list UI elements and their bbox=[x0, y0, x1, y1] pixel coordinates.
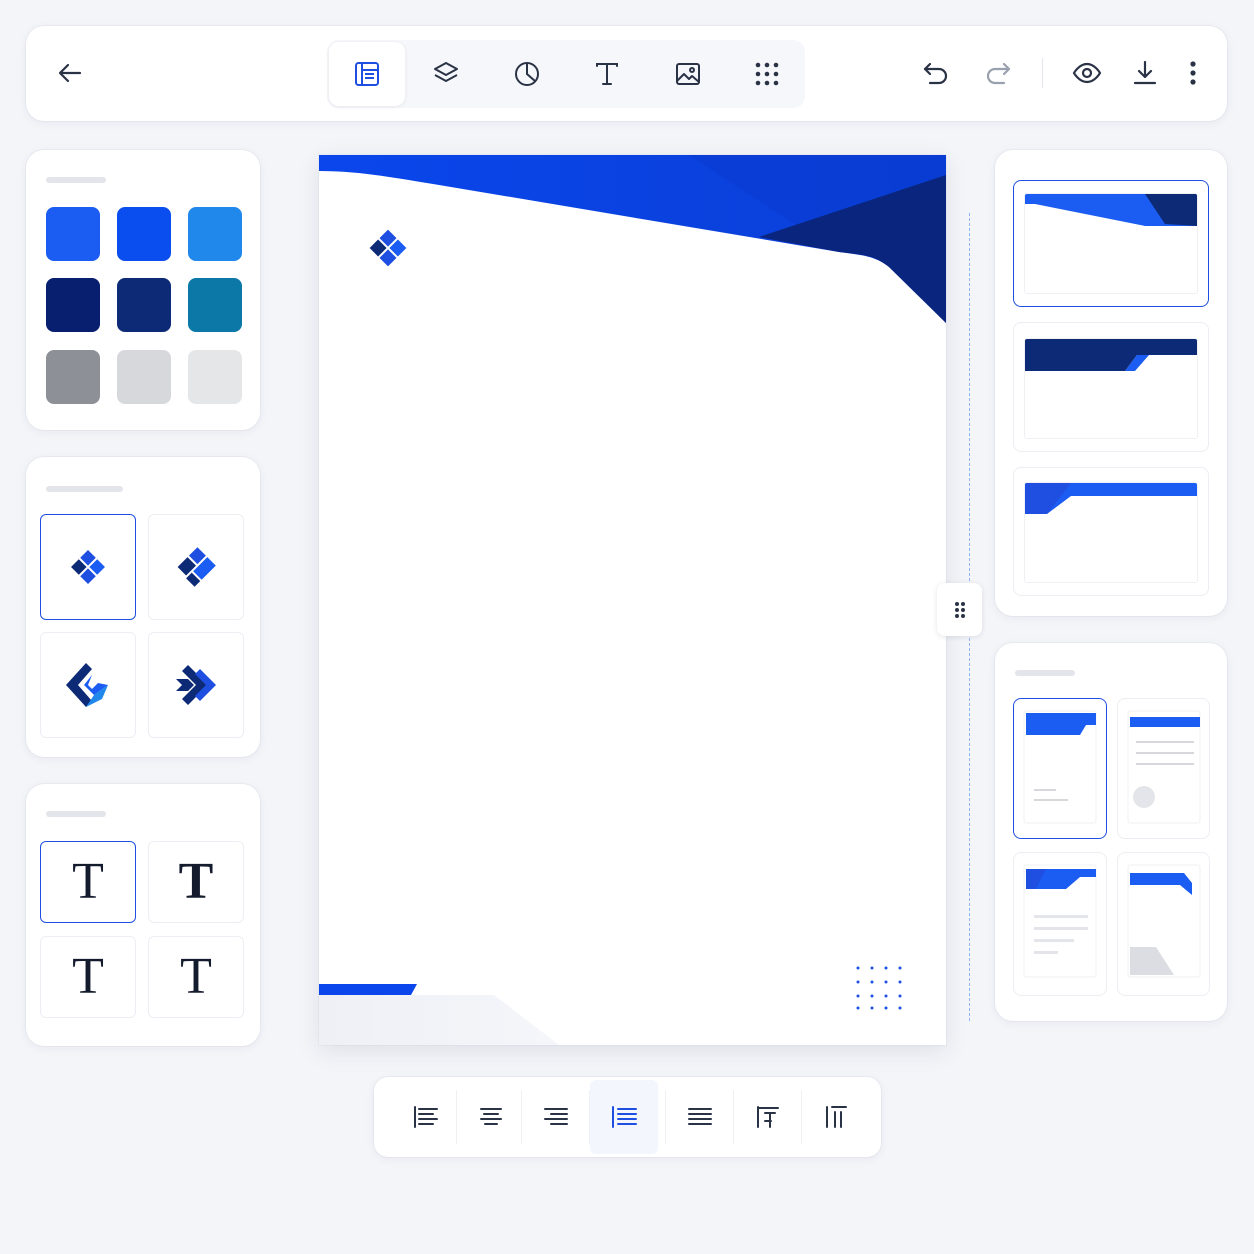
layers-icon[interactable] bbox=[424, 52, 468, 96]
logo-option-g-shape[interactable] bbox=[40, 632, 136, 738]
toolbar-divider bbox=[456, 1090, 457, 1144]
panel-title-placeholder bbox=[46, 486, 123, 492]
grid-dots-icon[interactable] bbox=[745, 52, 789, 96]
color-swatch[interactable] bbox=[188, 350, 242, 404]
color-swatch[interactable] bbox=[117, 350, 171, 404]
align-vertical-button[interactable] bbox=[802, 1080, 870, 1154]
layout-preview bbox=[1127, 864, 1201, 978]
align-left-icon bbox=[414, 1106, 438, 1128]
layout-preview bbox=[1127, 710, 1201, 824]
header-style-option-3[interactable] bbox=[1013, 467, 1209, 596]
logo-option-chevron-arrows[interactable] bbox=[148, 632, 244, 738]
layout-preview bbox=[1023, 710, 1097, 824]
color-swatch[interactable] bbox=[117, 278, 171, 332]
preview-eye-icon[interactable] bbox=[1065, 51, 1109, 95]
font-sample-text: T bbox=[72, 853, 104, 910]
toolbar-divider bbox=[665, 1090, 666, 1144]
header-style-preview bbox=[1024, 193, 1198, 294]
layout-preview bbox=[1023, 864, 1097, 978]
layout-panel bbox=[995, 643, 1227, 1021]
align-right-button[interactable] bbox=[522, 1080, 590, 1154]
font-option-2[interactable]: T bbox=[148, 841, 244, 923]
download-icon[interactable] bbox=[1123, 51, 1167, 95]
tool-group bbox=[327, 40, 805, 108]
font-sample-text: T bbox=[178, 853, 214, 910]
more-vertical-icon[interactable] bbox=[1171, 51, 1215, 95]
align-justify-icon bbox=[688, 1108, 712, 1125]
color-swatch[interactable] bbox=[46, 278, 100, 332]
letterhead-design bbox=[319, 155, 946, 1045]
align-right-icon bbox=[544, 1108, 568, 1125]
panel-title-placeholder bbox=[1015, 670, 1075, 676]
header-style-option-1[interactable] bbox=[1013, 180, 1209, 307]
align-left-button[interactable] bbox=[392, 1080, 460, 1154]
color-swatch[interactable] bbox=[117, 207, 171, 261]
header-style-panel bbox=[995, 150, 1227, 616]
panel-title-placeholder bbox=[46, 177, 106, 183]
toolbar-divider bbox=[801, 1090, 802, 1144]
panel-title-placeholder bbox=[46, 811, 106, 817]
logo-panel bbox=[26, 457, 260, 757]
layout-icon[interactable] bbox=[329, 42, 405, 106]
toolbar-divider bbox=[521, 1090, 522, 1144]
toolbar-divider bbox=[733, 1090, 734, 1144]
align-justify-button[interactable] bbox=[666, 1080, 734, 1154]
document-logo bbox=[369, 229, 407, 267]
resize-handle[interactable] bbox=[937, 583, 982, 636]
header-style-preview bbox=[1024, 338, 1198, 439]
image-icon[interactable] bbox=[666, 52, 710, 96]
align-center-icon bbox=[480, 1108, 502, 1125]
letterhead-canvas[interactable] bbox=[319, 155, 946, 1045]
align-justify-left-button[interactable] bbox=[590, 1080, 658, 1154]
toolbar-divider bbox=[589, 1090, 590, 1144]
color-swatch[interactable] bbox=[188, 278, 242, 332]
pie-chart-icon[interactable] bbox=[505, 52, 549, 96]
align-top-button[interactable] bbox=[734, 1080, 802, 1154]
color-swatch[interactable] bbox=[46, 350, 100, 404]
header-style-option-2[interactable] bbox=[1013, 322, 1209, 452]
align-top-icon bbox=[757, 1106, 779, 1128]
layout-option-1[interactable] bbox=[1013, 698, 1107, 839]
layout-option-2[interactable] bbox=[1117, 698, 1210, 839]
font-option-1[interactable]: T bbox=[40, 841, 136, 923]
top-toolbar bbox=[26, 26, 1227, 121]
color-swatch[interactable] bbox=[188, 207, 242, 261]
text-icon[interactable] bbox=[585, 52, 629, 96]
header-style-preview bbox=[1024, 482, 1198, 583]
redo-icon[interactable] bbox=[976, 51, 1020, 95]
color-swatch[interactable] bbox=[46, 207, 100, 261]
logo-option-diamond-cluster[interactable] bbox=[40, 514, 136, 620]
back-arrow-icon[interactable] bbox=[48, 51, 92, 95]
layout-option-3[interactable] bbox=[1013, 852, 1107, 996]
drag-handle-icon bbox=[954, 601, 965, 618]
color-palette-panel bbox=[26, 150, 260, 430]
align-vertical-icon bbox=[826, 1106, 847, 1128]
align-center-button[interactable] bbox=[457, 1080, 525, 1154]
toolbar-divider bbox=[1042, 58, 1043, 88]
font-panel: T T T T bbox=[26, 784, 260, 1046]
align-justify-left-icon bbox=[612, 1106, 637, 1128]
layout-option-4[interactable] bbox=[1117, 852, 1210, 996]
font-sample-text: T bbox=[72, 948, 104, 1005]
font-option-3[interactable]: T bbox=[40, 936, 136, 1018]
font-option-4[interactable]: T bbox=[148, 936, 244, 1018]
font-sample-text: T bbox=[180, 948, 212, 1005]
logo-option-diagonal-blocks[interactable] bbox=[148, 514, 244, 620]
undo-icon[interactable] bbox=[914, 51, 958, 95]
